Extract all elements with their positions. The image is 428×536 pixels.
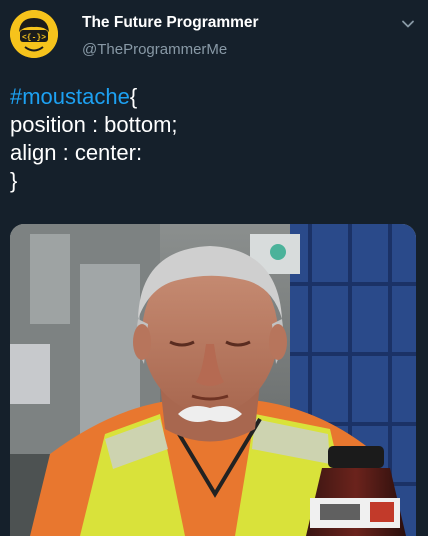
tweet-line-3: align : center: (10, 140, 143, 165)
tweet-line-2: position : bottom; (10, 112, 178, 137)
brace-open: { (129, 84, 138, 109)
author-names: The Future Programmer @TheProgrammerMe (82, 14, 259, 59)
cartoon-programmer-avatar-icon: <{-}> (10, 10, 58, 58)
tweet-text: #moustache{ position : bottom; align : c… (10, 83, 410, 195)
tweet-media-photo[interactable] (10, 224, 416, 536)
author-handle[interactable]: @TheProgrammerMe (82, 41, 259, 59)
hashtag-link[interactable]: #moustache (10, 84, 130, 109)
tweet-line-1: #moustache{ (10, 83, 410, 111)
author-avatar[interactable]: <{-}> (10, 10, 58, 58)
author-display-name[interactable]: The Future Programmer (82, 14, 259, 32)
photo-illustration (10, 224, 416, 536)
avatar-text: <{-}> (22, 34, 46, 43)
tweet-line-4: } (10, 168, 18, 193)
chevron-down-icon[interactable] (400, 16, 416, 32)
tweet-header: <{-}> The Future Programmer @TheProgramm… (0, 0, 428, 68)
